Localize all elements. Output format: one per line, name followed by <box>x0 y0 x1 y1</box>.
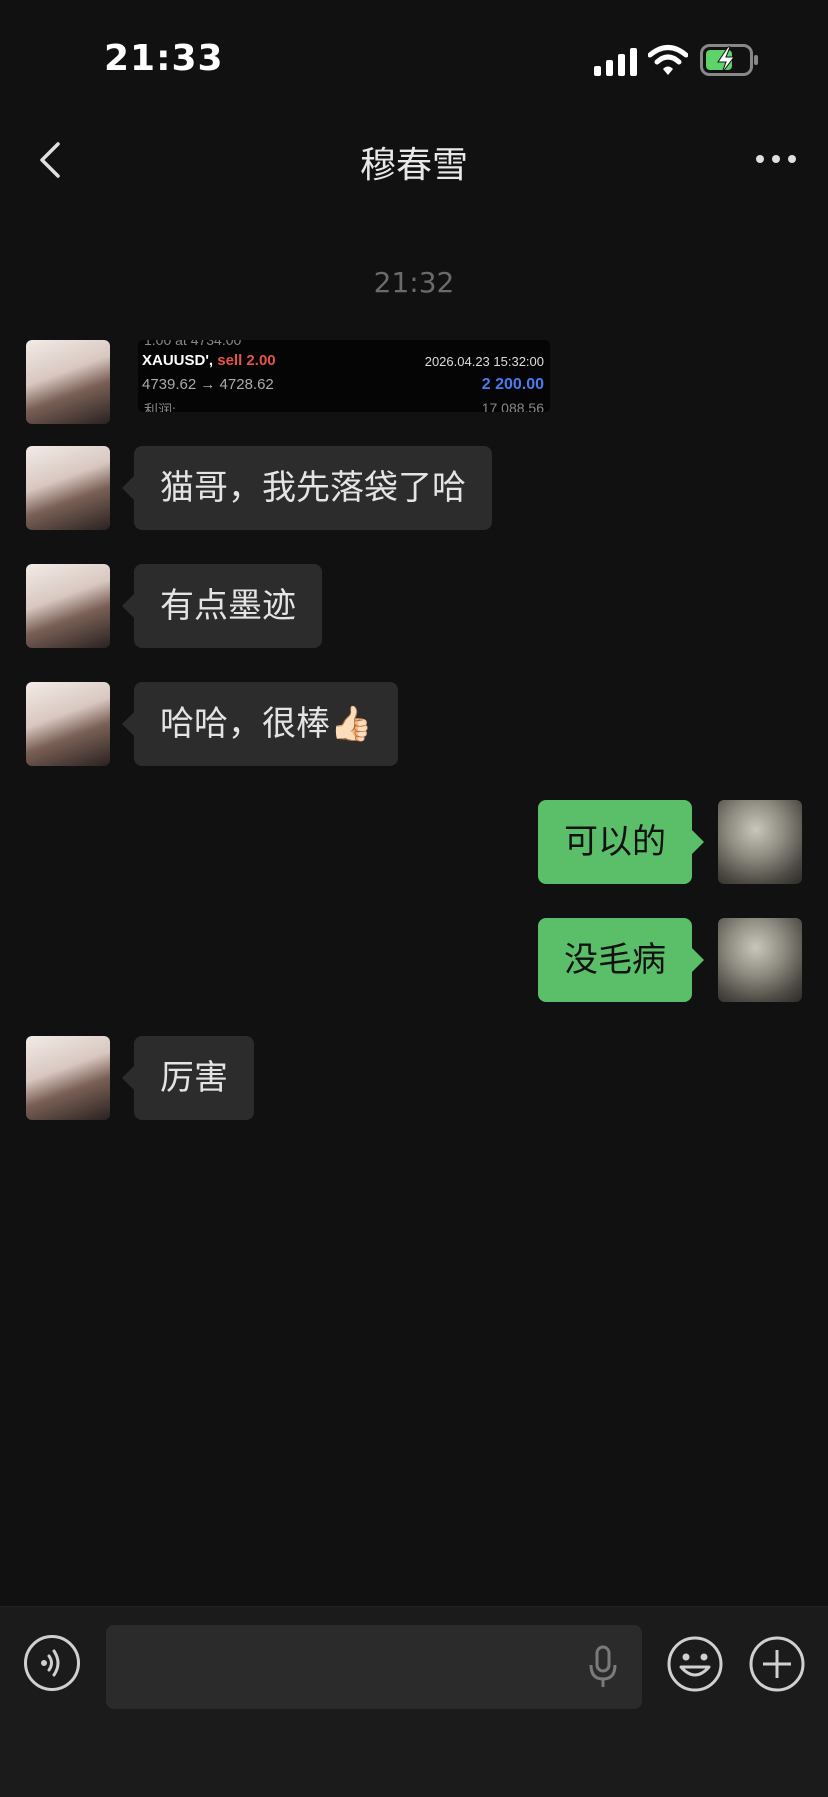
trade-date: 2026.04.23 15:32:00 <box>424 354 544 369</box>
voice-icon[interactable] <box>24 1635 80 1691</box>
message-bubble[interactable]: 厉害 <box>122 1036 254 1120</box>
avatar[interactable] <box>26 564 110 648</box>
avatar[interactable] <box>718 800 802 884</box>
avatar[interactable] <box>26 340 110 424</box>
trade-symbol: XAUUSD', sell 2.00 <box>142 352 276 369</box>
message-bubble[interactable]: 有点墨迹 <box>122 564 322 648</box>
input-bar <box>0 1606 828 1797</box>
battery-icon <box>700 44 758 76</box>
signal-icon <box>594 48 637 76</box>
message-bubble[interactable]: 没毛病 <box>538 918 704 1002</box>
avatar[interactable] <box>26 682 110 766</box>
avatar[interactable] <box>26 1036 110 1120</box>
mic-icon[interactable] <box>588 1645 618 1689</box>
avatar[interactable] <box>718 918 802 1002</box>
trade-profit-label: 利润: <box>144 402 176 412</box>
message-timestamp: 21:32 <box>373 266 455 299</box>
chat-title: 穆春雪 <box>359 145 468 186</box>
message-input[interactable] <box>106 1625 642 1709</box>
emoji-icon[interactable] <box>666 1635 724 1693</box>
avatar[interactable] <box>26 446 110 530</box>
message-bubble[interactable]: 猫哥，我先落袋了哈 <box>122 446 492 530</box>
status-bar: 21:33 <box>0 0 828 120</box>
trade-price-range: 4739.62 → 4728.62 <box>142 376 274 393</box>
trade-side: sell 2.00 <box>217 352 276 369</box>
more-icon[interactable] <box>754 144 798 174</box>
plus-icon[interactable] <box>748 1635 806 1693</box>
trade-profit: 2 200.00 <box>481 376 544 393</box>
trade-total: 17 088.56 <box>481 400 544 412</box>
message-bubble[interactable]: 可以的 <box>538 800 704 884</box>
trade-screenshot[interactable]: 1.00 at 4734.00 XAUUSD', sell 2.00 2026.… <box>138 340 550 412</box>
message-bubble[interactable]: 哈哈，很棒👍🏻 <box>121 682 399 766</box>
status-time: 21:33 <box>104 38 224 79</box>
trade-symbol-name: XAUUSD', <box>142 352 214 369</box>
trade-partial-text: 1.00 at 4734.00 <box>144 340 242 348</box>
wifi-icon <box>648 45 688 75</box>
nav-bar: 穆春雪 <box>0 120 828 200</box>
